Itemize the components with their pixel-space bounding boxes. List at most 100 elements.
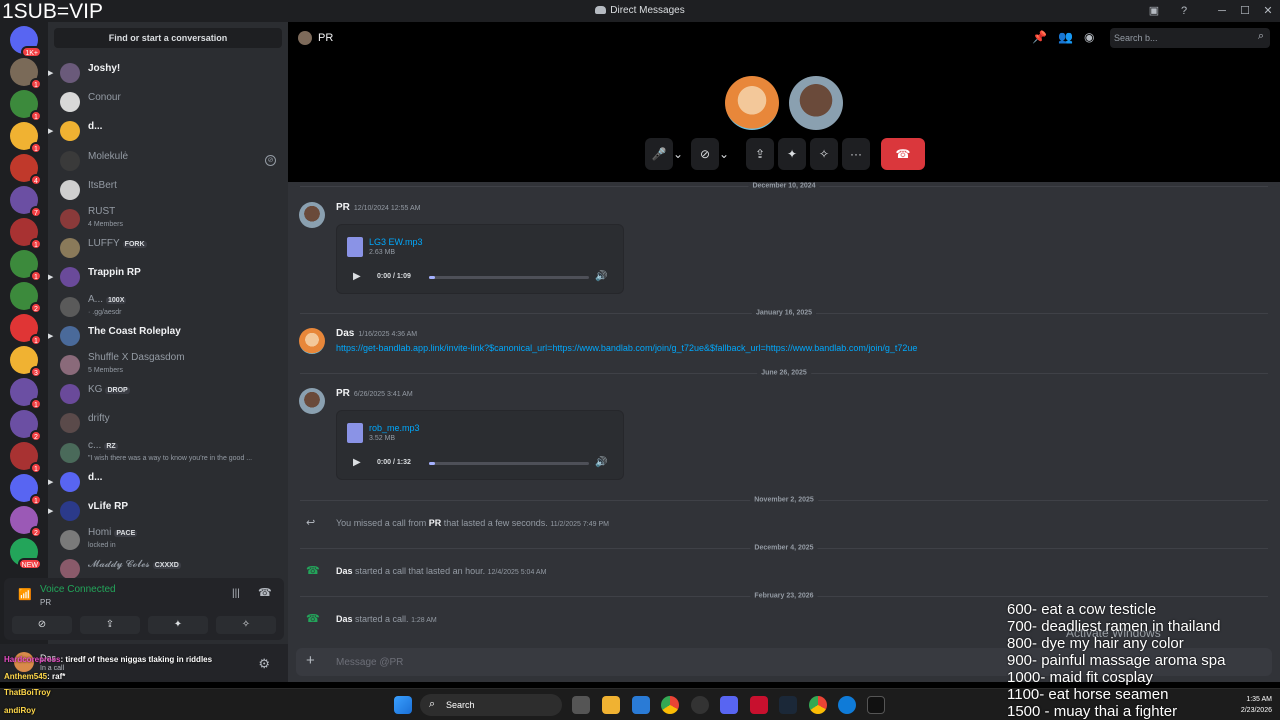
server-icon[interactable]: 3 [10,346,42,378]
server-icon[interactable]: 1 [10,442,42,474]
dm-list-item[interactable]: drifty [48,409,288,437]
activities-button[interactable]: ✦ [148,616,208,634]
dm-list-item[interactable]: Conour [48,88,288,116]
dm-list-item[interactable]: RUST 4 Members [48,205,288,233]
minimize-button[interactable]: ─ [1214,3,1230,19]
call-area: 🎤 ⌄ ⊘ ⌄ ⇪ ✦ ✧ ··· ☎ [288,54,1280,182]
volume-icon[interactable]: 🔊 [595,457,607,468]
noise-suppression-icon[interactable]: ||| [232,588,240,599]
dm-list-item[interactable]: KG DROP [48,380,288,408]
gear-icon[interactable]: ⚙ [258,656,270,672]
file-name-link[interactable]: rob_me.mp3 [369,423,420,433]
server-icon[interactable]: 1 [10,58,42,90]
call-participant-avatar[interactable] [789,76,843,130]
discord-icon[interactable] [720,696,738,714]
steam-icon[interactable] [779,696,797,714]
dm-list-item[interactable]: LUFFY FORK [48,234,288,262]
server-icon[interactable]: 2 [10,410,42,442]
dm-list-item[interactable]: ItsBert [48,176,288,204]
message-author[interactable]: PR 12/10/2024 12:55 AM [336,202,420,213]
store-icon[interactable] [632,696,650,714]
search-input[interactable] [1114,31,1244,45]
chrome-icon[interactable] [809,696,827,714]
chrome-icon[interactable] [661,696,679,714]
server-icon[interactable]: 4 [10,154,42,186]
dm-list-item[interactable]: ▶ d... [48,468,288,496]
dm-list-item[interactable]: ▶ Trappin RP [48,263,288,291]
file-size: 3.52 MB [369,435,396,442]
maximize-button[interactable]: ☐ [1237,3,1253,19]
screen-share-button[interactable]: ⇪ [80,616,140,634]
taskbar-search[interactable]: ⌕ Search [420,694,562,716]
dm-list-item[interactable]: ▶ The Coast Roleplay [48,322,288,350]
camera-options-chevron[interactable]: ⌄ [715,138,733,170]
task-view-icon[interactable] [572,696,590,714]
unread-caret-icon: ▶ [48,128,54,136]
dm-list-item[interactable]: ▶ Joshy! [48,59,288,87]
soundboard-button[interactable]: ✧ [810,138,838,170]
server-icon[interactable]: 1 [10,250,42,282]
find-conversation-button[interactable]: Find or start a conversation [54,28,282,48]
message-link[interactable]: https://get-bandlab.app.link/invite-link… [336,343,917,353]
close-button[interactable]: ✕ [1260,3,1276,19]
close-dm-icon[interactable]: ⊘ [265,154,276,166]
server-icon[interactable]: 2 [10,506,42,538]
disconnect-icon[interactable]: ☎ [258,586,272,599]
server-icon[interactable]: 1 [10,474,42,506]
start-icon[interactable] [394,696,412,714]
search-box[interactable]: ⌕ [1110,28,1270,48]
avatar[interactable] [299,202,325,228]
dm-list-item[interactable]: ▶ vLife RP [48,497,288,525]
dm-name: Shuffle X Dasgasdom [88,352,185,363]
server-icon[interactable]: 7 [10,186,42,218]
terminal-icon[interactable] [867,696,885,714]
pin-icon[interactable]: 📌 [1032,30,1047,44]
taskbar-clock[interactable]: 1:35 AM 2/23/2026 [1241,694,1272,716]
app-icon[interactable] [750,696,768,714]
add-attachment-icon[interactable]: + [306,652,315,669]
server-icon[interactable]: 1 [10,218,42,250]
avatar [60,413,80,434]
github-icon[interactable] [691,696,709,714]
dm-list-item[interactable]: Shuffle X Dasgasdom 5 Members [48,351,288,379]
help-icon[interactable]: ? [1176,3,1192,19]
call-participant-avatar[interactable] [725,76,779,130]
user-profile-icon[interactable]: ◉ [1084,30,1094,44]
dm-list-item[interactable]: ▶ d... [48,117,288,145]
message-author[interactable]: PR 6/26/2025 3:41 AM [336,388,413,399]
mic-options-chevron[interactable]: ⌄ [669,138,687,170]
dm-list-item[interactable]: A... 100X · .gg/aesdr [48,293,288,321]
edge-icon[interactable] [838,696,856,714]
dm-name: Trappin RP [88,267,141,279]
audio-progress[interactable] [429,462,589,465]
play-icon[interactable]: ▶ [353,457,361,468]
server-icon[interactable]: 1K+ [10,26,42,58]
screen-share-button[interactable]: ⇪ [746,138,774,170]
server-icon[interactable]: 1 [10,314,42,346]
play-icon[interactable]: ▶ [353,271,361,282]
activities-button[interactable]: ✦ [778,138,806,170]
dm-list-item[interactable]: Molekulė ⊘ [48,147,288,175]
more-options-button[interactable]: ··· [842,138,870,170]
file-name-link[interactable]: LG3 EW.mp3 [369,237,423,247]
avatar[interactable] [299,328,325,354]
server-icon[interactable]: NEW [10,538,42,570]
volume-icon[interactable]: 🔊 [595,271,607,282]
camera-button[interactable]: ⊘ [12,616,72,634]
file-size: 2.63 MB [369,249,396,256]
server-icon[interactable]: 1 [10,122,42,154]
message-author[interactable]: Das 1/16/2025 4:36 AM [336,328,417,339]
inbox-icon[interactable]: ▣ [1146,3,1162,19]
server-icon[interactable]: 2 [10,282,42,314]
dm-list-item[interactable]: c... RZ "I wish there was a way to know yo… [48,439,288,467]
voice-channel[interactable]: PR [40,598,51,607]
audio-progress[interactable] [429,276,589,279]
avatar[interactable] [299,388,325,414]
server-icon[interactable]: 1 [10,378,42,410]
soundboard-button[interactable]: ✧ [216,616,276,634]
add-friends-icon[interactable]: 👥 [1058,30,1073,44]
server-icon[interactable]: 1 [10,90,42,122]
end-call-button[interactable]: ☎ [881,138,925,170]
dm-list-item[interactable]: Homi PACE locked in [48,526,288,554]
file-explorer-icon[interactable] [602,696,620,714]
